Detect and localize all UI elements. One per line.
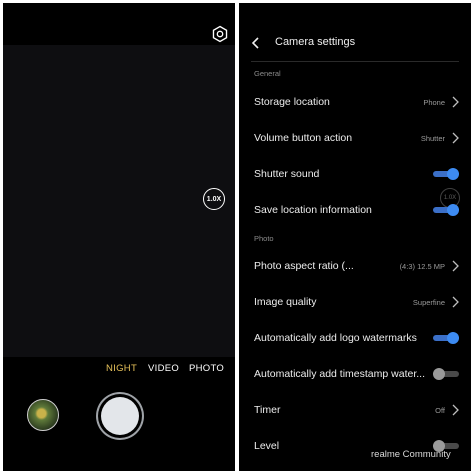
setting-image-quality[interactable]: Image quality Superfine [239, 287, 471, 317]
mode-night[interactable]: NIGHT [106, 363, 137, 374]
chevron-left-icon[interactable] [251, 36, 261, 50]
settings-header: Camera settings [239, 31, 471, 55]
setting-label: Save location information [254, 204, 372, 216]
setting-photo-aspect-ratio[interactable]: Photo aspect ratio (... (4:3) 12.5 MP [239, 251, 471, 281]
setting-shutter-sound: Shutter sound [239, 159, 471, 189]
page-title: Camera settings [275, 36, 356, 48]
chevron-right-icon [452, 404, 459, 416]
setting-label: Level [254, 440, 280, 452]
setting-volume-button-action[interactable]: Volume button action Shutter [239, 123, 471, 153]
setting-label: Shutter sound [254, 168, 320, 180]
mode-selector: NIGHT VIDEO PHOTO [3, 363, 235, 377]
setting-label: Storage location [254, 96, 330, 108]
setting-logo-watermarks: Automatically add logo watermarks [239, 323, 471, 353]
gallery-thumbnail[interactable] [27, 399, 59, 431]
logo-watermark-toggle[interactable] [433, 331, 459, 345]
mode-photo[interactable]: PHOTO [189, 363, 224, 374]
setting-label: Photo aspect ratio (... [254, 260, 354, 272]
setting-value: (4:3) 12.5 MP [399, 262, 445, 271]
chevron-right-icon [452, 96, 459, 108]
setting-label: Automatically add timestamp water... [254, 368, 425, 380]
settings-screen: Camera settings General Storage location… [239, 3, 471, 471]
setting-label: Automatically add logo watermarks [254, 332, 417, 344]
section-general: General [254, 69, 281, 78]
watermark-text: realme Community [371, 449, 451, 460]
setting-save-location: Save location information [239, 195, 471, 225]
shutter-sound-toggle[interactable] [433, 167, 459, 181]
setting-value: Superfine [412, 298, 445, 307]
mode-video[interactable]: VIDEO [148, 363, 179, 374]
save-location-toggle[interactable] [433, 203, 459, 217]
gear-icon[interactable] [211, 25, 229, 43]
camera-viewfinder[interactable] [3, 45, 235, 357]
chevron-right-icon [452, 132, 459, 144]
setting-label: Volume button action [254, 132, 353, 144]
setting-label: Timer [254, 404, 281, 416]
setting-timer[interactable]: Timer Off [239, 395, 471, 425]
camera-screen: 1.0X NIGHT VIDEO PHOTO [3, 3, 235, 471]
header-divider [251, 61, 459, 62]
shutter-button[interactable] [101, 397, 139, 435]
section-photo: Photo [254, 234, 274, 243]
setting-storage-location[interactable]: Storage location Phone [239, 87, 471, 117]
setting-value: Off [435, 406, 445, 415]
chevron-right-icon [452, 260, 459, 272]
chevron-right-icon [452, 296, 459, 308]
setting-value: Shutter [420, 134, 445, 143]
setting-label: Image quality [254, 296, 317, 308]
zoom-label: 1.0X [206, 195, 222, 203]
setting-value: Phone [423, 98, 445, 107]
setting-timestamp-watermarks: Automatically add timestamp water... [239, 359, 471, 389]
zoom-button[interactable]: 1.0X [203, 188, 225, 210]
timestamp-watermark-toggle[interactable] [433, 367, 459, 381]
